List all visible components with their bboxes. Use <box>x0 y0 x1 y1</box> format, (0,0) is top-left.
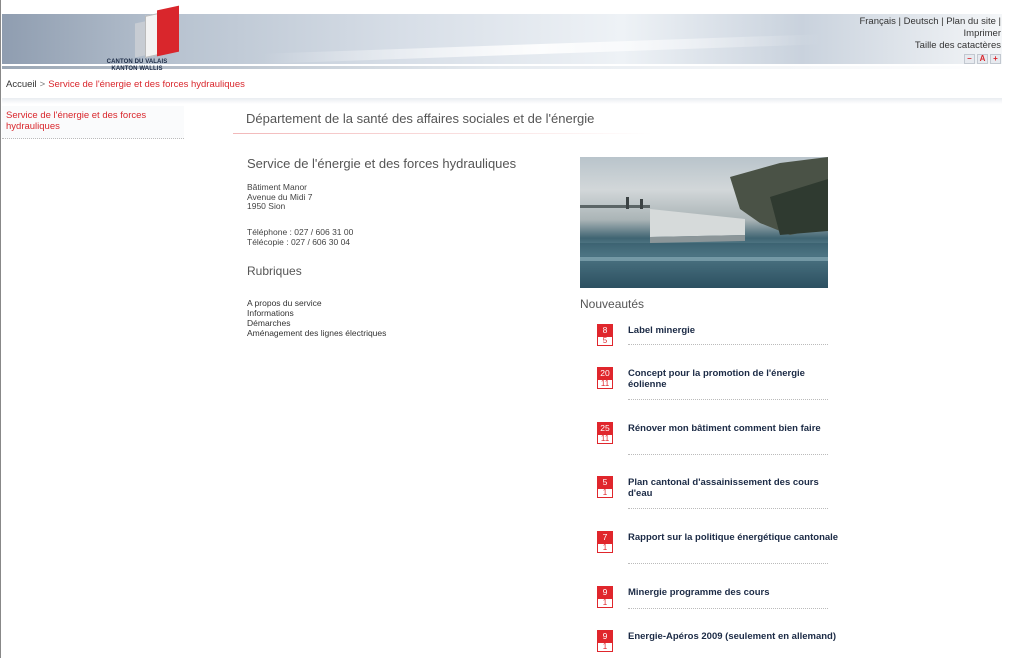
news-date-day: 8 <box>597 324 613 336</box>
news-link[interactable]: Rapport sur la politique énergétique can… <box>628 532 843 543</box>
service-title: Service de l'énergie et des forces hydra… <box>247 156 517 171</box>
language-sitemap-links[interactable]: Français | Deutsch | Plan du site | <box>859 16 1001 27</box>
leftnav-item-service[interactable]: Service de l'énergie et des forces hydra… <box>2 106 184 139</box>
news-divider <box>628 563 828 564</box>
logo-text-de: KANTON WALLIS <box>111 66 163 72</box>
news-divider <box>628 454 828 455</box>
news-divider <box>628 508 828 509</box>
news-date-day: 7 <box>597 531 613 543</box>
rubrique-link-info[interactable]: Informations <box>247 308 386 318</box>
rubriques-heading: Rubriques <box>247 264 302 278</box>
news-divider <box>628 399 828 400</box>
news-date-day: 25 <box>597 422 613 434</box>
news-link[interactable]: Label minergie <box>628 325 843 336</box>
dam-photo <box>580 157 828 288</box>
news-date-day: 9 <box>597 630 613 642</box>
news-date: 9 1 <box>597 630 613 652</box>
breadcrumb: Accueil > Service de l'énergie et des forc… <box>6 79 245 90</box>
news-date-month: 1 <box>597 488 613 498</box>
news-date-month: 11 <box>597 379 613 389</box>
news-divider <box>628 608 828 609</box>
rubrique-link-about[interactable]: A propos du service <box>247 298 386 308</box>
address-line: 1950 Sion <box>247 201 286 211</box>
news-heading: Nouveautés <box>580 297 645 311</box>
dam-wall <box>650 209 745 237</box>
news-link[interactable]: Rénover mon bâtiment comment bien faire <box>628 423 843 434</box>
news-date-month: 5 <box>597 336 613 346</box>
department-divider <box>233 133 653 134</box>
railing-post <box>626 197 629 209</box>
top-links: Français | Deutsch | Plan du site | Impr… <box>859 16 1001 52</box>
news-date: 5 1 <box>597 476 613 498</box>
dam-photo-illustration <box>580 157 828 288</box>
reservoir-water <box>580 243 828 288</box>
text-size-label: Taille des catactères <box>914 40 1001 51</box>
address-block: Bâtiment Manor Avenue du Midi 7 1950 Sio… <box>247 182 313 212</box>
news-divider <box>628 344 828 345</box>
banner-streak <box>262 34 822 64</box>
left-navigation: Service de l'énergie et des forces hydra… <box>2 106 190 139</box>
canton-logo[interactable]: CANTON DU VALAIS KANTON WALLIS <box>57 5 217 72</box>
news-link[interactable]: Plan cantonal d'assainissement des cours… <box>628 477 843 499</box>
news-date: 25 11 <box>597 422 613 444</box>
text-larger-button[interactable]: + <box>990 54 1001 64</box>
news-date: 20 11 <box>597 367 613 389</box>
text-normal-button[interactable]: A <box>977 54 988 64</box>
news-date-month: 1 <box>597 598 613 608</box>
news-date-month: 11 <box>597 434 613 444</box>
rubrique-link-power-lines[interactable]: Aménagement des lignes électriques <box>247 328 386 338</box>
rubriques-list: A propos du service Informations Démarch… <box>247 298 386 338</box>
news-date: 8 5 <box>597 324 613 346</box>
rubrique-link-procedures[interactable]: Démarches <box>247 318 386 328</box>
railing-post <box>640 199 643 209</box>
text-size-controls: – A + <box>964 54 1001 64</box>
water-reflection <box>580 257 828 261</box>
breadcrumb-home-link[interactable]: Accueil <box>6 79 37 90</box>
breadcrumb-separator: > <box>39 79 46 90</box>
fax-number: Télécopie : 027 / 606 30 04 <box>247 236 351 247</box>
news-date: 9 1 <box>597 586 613 608</box>
news-date: 7 1 <box>597 531 613 553</box>
news-date-month: 1 <box>597 642 613 652</box>
breadcrumb-current[interactable]: Service de l'énergie et des forces hydra… <box>48 79 245 90</box>
news-link[interactable]: Concept pour la promotion de l'énergie é… <box>628 368 843 390</box>
site-header: CANTON DU VALAIS KANTON WALLIS Français … <box>1 0 1012 72</box>
dam-railing <box>580 205 650 208</box>
contact-block: Téléphone : 027 / 606 31 00 Télécopie : … <box>247 227 353 247</box>
news-link[interactable]: Minergie programme des cours <box>628 587 843 598</box>
text-smaller-button[interactable]: – <box>964 54 975 64</box>
news-link[interactable]: Energie-Apéros 2009 (seulement en allema… <box>628 631 843 642</box>
page-frame: CANTON DU VALAIS KANTON WALLIS Français … <box>0 0 1012 658</box>
breadcrumb-divider <box>2 98 1002 104</box>
news-date-month: 1 <box>597 543 613 553</box>
logo-text-fr: CANTON DU VALAIS <box>106 59 168 65</box>
news-date-day: 9 <box>597 586 613 598</box>
logo-red-shape <box>157 5 179 57</box>
department-title: Département de la santé des affaires soc… <box>246 111 595 126</box>
news-date-day: 5 <box>597 476 613 488</box>
news-date-day: 20 <box>597 367 613 379</box>
print-link[interactable]: Imprimer <box>964 28 1001 39</box>
